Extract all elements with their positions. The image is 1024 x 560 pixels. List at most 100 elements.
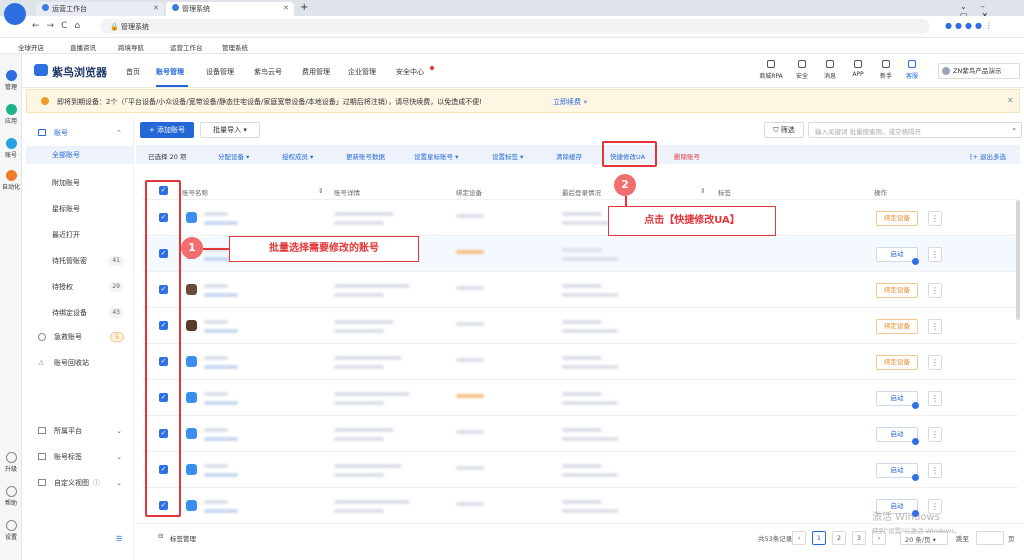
nav-cloud[interactable]: 紫鸟云号 — [254, 67, 282, 77]
tool-rpa[interactable]: 商城RPA — [756, 60, 786, 80]
rail-item-manage[interactable]: 管理 — [0, 70, 22, 91]
table-row[interactable]: ✓ 绑定设备 ⋮ — [142, 309, 1018, 344]
bookmark-item[interactable]: 运营工作台 — [170, 42, 203, 52]
bookmark-item[interactable]: 直播资讯 — [70, 42, 96, 52]
col-operation[interactable]: 操作 — [874, 187, 887, 197]
bookmark-item[interactable]: 管理系统 — [222, 42, 248, 52]
table-row[interactable]: ✓ 绑定设备 ⋮ — [142, 345, 1018, 380]
tab-admin[interactable]: 管理系统 ✕ — [166, 2, 294, 16]
action-delete[interactable]: 删除账号 — [674, 151, 700, 161]
sidebar-item-attached[interactable]: 附加账号 — [26, 174, 134, 192]
action-clear-cache[interactable]: 清除缓存 — [556, 151, 582, 161]
sidebar-item-pending-auth[interactable]: 待授权 29 — [26, 278, 134, 296]
more-icon[interactable]: ⋮ — [928, 391, 942, 406]
search-input[interactable]: 输入关键词 批量搜索用、或空格隔开 ⌕ — [808, 122, 1022, 138]
more-icon[interactable]: ⋮ — [928, 283, 942, 298]
rail-item-accounts[interactable]: 账号 — [0, 138, 22, 159]
table-row[interactable]: ✓ 启动 ⋮ — [142, 453, 1018, 488]
bookmark-item[interactable]: 全球开店 — [18, 42, 44, 52]
nav-home[interactable]: 首页 — [126, 67, 140, 77]
tool-security[interactable]: 安全 — [790, 60, 814, 80]
sort-icon[interactable]: ⇕ — [318, 187, 323, 195]
nav-accounts[interactable]: 账号管理 — [156, 67, 184, 77]
action-assign-device[interactable]: 分配设备 ▾ — [218, 151, 249, 161]
renew-link[interactable]: 立即续费 » — [553, 97, 588, 107]
nav-buttons[interactable]: ←→C⌂ — [32, 21, 87, 31]
rail-item-apps[interactable]: 应用 — [0, 104, 22, 125]
tool-message[interactable]: 消息 — [818, 60, 842, 80]
exit-multiselect-button[interactable]: [+ 退出多选 — [970, 151, 1006, 161]
search-icon[interactable]: ⌕ — [1012, 125, 1016, 134]
filter-button[interactable]: ⛉ 筛选 — [764, 122, 804, 138]
add-account-button[interactable]: + 添加账号 — [140, 122, 194, 138]
rail-item-settings[interactable]: 设置 — [0, 520, 22, 541]
page-2[interactable]: 2 — [832, 531, 846, 545]
extension-icons[interactable]: ●●●●⋮ — [945, 21, 996, 30]
bind-device-button[interactable]: 绑定设备 — [876, 319, 918, 334]
close-icon[interactable]: ✕ — [153, 4, 159, 12]
more-icon[interactable]: ⋮ — [928, 211, 942, 226]
action-authorize-members[interactable]: 授权成员 ▾ — [282, 151, 313, 161]
sidebar-group-accounts[interactable]: 账号 ⌃ — [26, 124, 134, 142]
more-icon[interactable]: ⋮ — [928, 463, 942, 478]
sidebar-collapse-icon[interactable]: ☰ — [26, 530, 134, 548]
col-account-detail[interactable]: 账号详情 — [334, 187, 360, 197]
col-account-name[interactable]: 账号名称 — [182, 187, 208, 197]
col-bound-device[interactable]: 绑定设备 — [456, 187, 482, 197]
sort-icon[interactable]: ⇕ — [700, 187, 705, 195]
action-set-star[interactable]: 设置星标账号 ▾ — [414, 151, 458, 161]
sidebar-item-recent[interactable]: 最近打开 — [26, 226, 134, 244]
table-row[interactable]: ✓ 启动 ⋮ — [142, 381, 1018, 416]
sidebar-item-platform[interactable]: 所属平台 ⌄ — [26, 422, 134, 440]
page-1[interactable]: 1 — [812, 531, 826, 545]
more-icon[interactable]: ⋮ — [928, 355, 942, 370]
tab-operations[interactable]: 运营工作台 ✕ — [36, 2, 164, 16]
nav-security[interactable]: 安全中心 — [396, 67, 424, 77]
more-icon[interactable]: ⋮ — [928, 319, 942, 334]
more-icon[interactable]: ⋮ — [928, 247, 942, 262]
tool-app[interactable]: APP — [846, 60, 870, 78]
sidebar-item-recycle[interactable]: ⚠ 账号回收站 — [26, 354, 134, 372]
scrollbar[interactable] — [1016, 200, 1020, 320]
rail-item-automation[interactable]: 自动化 — [0, 170, 22, 191]
sidebar-item-rescue[interactable]: 急救账号 5 — [26, 328, 134, 346]
chevron-up-icon[interactable]: ⌃ — [116, 124, 122, 142]
chevron-down-icon[interactable]: ⌄ — [116, 474, 122, 492]
batch-import-button[interactable]: 批量导入 ▾ — [200, 122, 260, 138]
nav-billing[interactable]: 费用管理 — [302, 67, 330, 77]
col-last-login[interactable]: 最后登录情况 — [562, 187, 601, 197]
nav-devices[interactable]: 设备管理 — [206, 67, 234, 77]
sidebar-item-tags[interactable]: 账号标签 ⌄ — [26, 448, 134, 466]
action-update-data[interactable]: 更新账号数据 — [346, 151, 385, 161]
col-tags[interactable]: 标签 — [718, 187, 731, 197]
bind-device-button[interactable]: 绑定设备 — [876, 283, 918, 298]
new-tab-icon[interactable]: + — [300, 2, 308, 13]
sidebar-item-pending-custody[interactable]: 待托管账密 41 — [26, 252, 134, 270]
bookmark-item[interactable]: 跨境导航 — [118, 42, 144, 52]
bind-device-button[interactable]: 绑定设备 — [876, 355, 918, 370]
rail-item-upgrade[interactable]: 升级 — [0, 452, 22, 473]
prev-page-button[interactable]: ‹ — [792, 531, 806, 545]
jump-input[interactable] — [976, 531, 1004, 545]
sidebar-item-starred[interactable]: 星标账号 — [26, 200, 134, 218]
sidebar-item-pending-device[interactable]: 待绑定设备 43 — [26, 304, 134, 322]
close-icon[interactable]: ✕ — [283, 4, 289, 12]
action-set-tags[interactable]: 设置标签 ▾ — [492, 151, 523, 161]
nav-enterprise[interactable]: 企业管理 — [348, 67, 376, 77]
table-row[interactable]: ✓ 绑定设备 ⋮ — [142, 273, 1018, 308]
tool-support[interactable]: 客服 — [900, 60, 924, 80]
close-icon[interactable]: ✕ — [1007, 96, 1014, 105]
table-row[interactable]: ✓ 启动 ⋮ — [142, 417, 1018, 452]
user-menu[interactable]: ZN紫鸟产品演示 — [938, 63, 1020, 79]
sidebar-item-all[interactable]: 全部账号 — [26, 146, 134, 164]
chevron-down-icon[interactable]: ⌄ — [116, 422, 122, 440]
tool-newbie[interactable]: 新手 — [874, 60, 898, 80]
tag-management-link[interactable]: 标签管理 — [170, 533, 196, 543]
chevron-down-icon[interactable]: ⌄ — [116, 448, 122, 466]
url-field[interactable]: 🔒 管理系统 — [100, 19, 930, 34]
sidebar-item-custom-view[interactable]: 自定义视图 ⓘ ⌄ — [26, 474, 134, 492]
bind-device-button[interactable]: 绑定设备 — [876, 211, 918, 226]
rail-item-help[interactable]: 帮助 — [0, 486, 22, 507]
table-row[interactable]: ✓ 绑定设备 ⋮ — [142, 201, 1018, 236]
more-icon[interactable]: ⋮ — [928, 427, 942, 442]
